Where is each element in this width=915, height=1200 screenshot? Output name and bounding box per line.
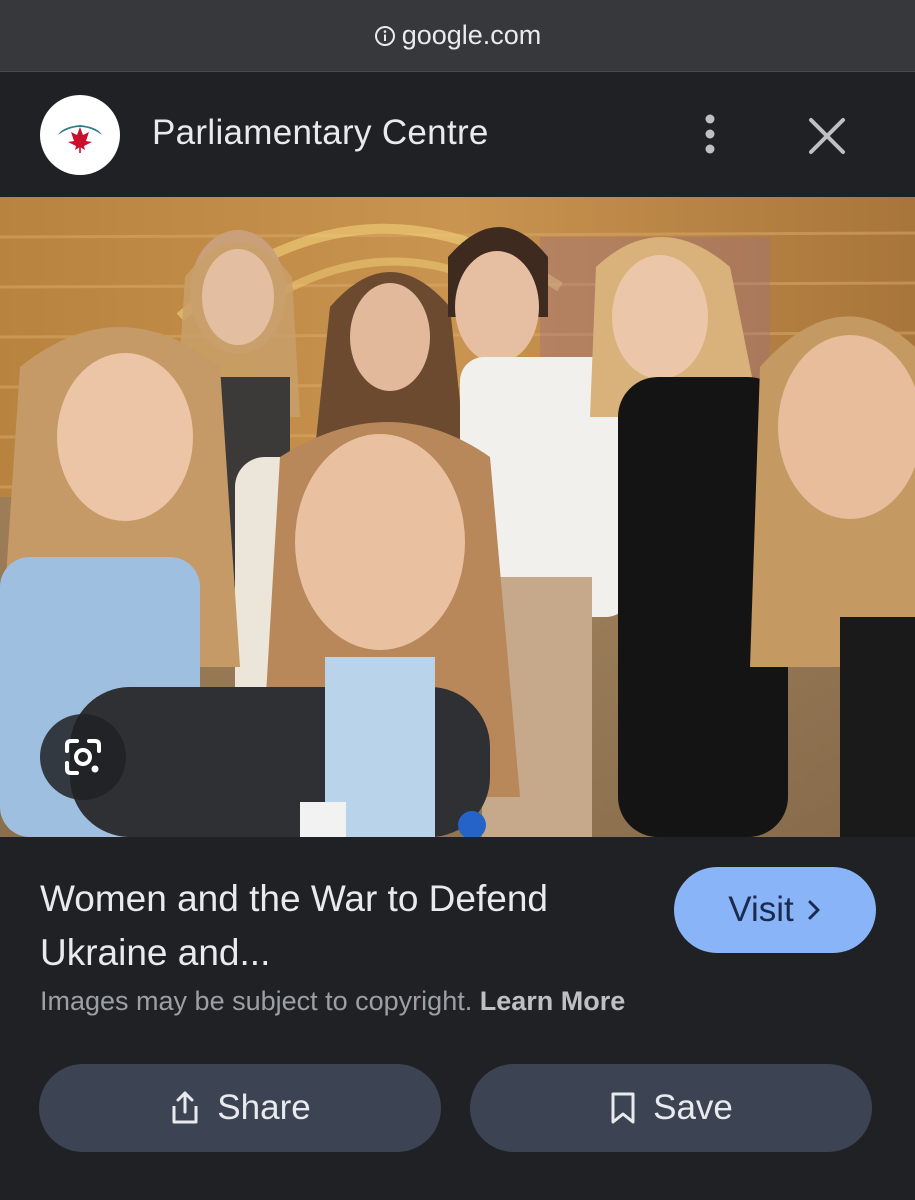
browser-url-bar[interactable]: google.com — [0, 0, 915, 72]
visit-label: Visit — [728, 890, 794, 929]
visit-button[interactable]: Visit — [674, 867, 876, 953]
source-header: Parliamentary Centre — [0, 73, 915, 197]
lens-button[interactable] — [40, 714, 126, 800]
copyright-text: Images may be subject to copyright. — [40, 986, 473, 1016]
info-icon — [374, 25, 395, 46]
group-photo-illustration — [0, 197, 915, 837]
share-button[interactable]: Share — [39, 1064, 441, 1152]
bookmark-icon — [611, 1092, 635, 1124]
share-label: Share — [217, 1088, 311, 1127]
url-domain: google.com — [401, 20, 542, 50]
result-title[interactable]: Women and the War to Defend Ukraine and.… — [40, 872, 640, 980]
learn-more-link[interactable]: Learn More — [480, 986, 626, 1016]
close-icon[interactable] — [804, 113, 850, 159]
result-image[interactable] — [0, 197, 915, 837]
maple-leaf-logo-icon — [58, 125, 102, 153]
save-label: Save — [653, 1088, 733, 1127]
site-name[interactable]: Parliamentary Centre — [152, 113, 489, 153]
share-icon — [172, 1091, 198, 1124]
chevron-right-icon — [808, 900, 820, 920]
save-button[interactable]: Save — [470, 1064, 872, 1152]
google-lens-icon — [65, 739, 101, 775]
site-logo — [40, 95, 120, 175]
copyright-notice: Images may be subject to copyright. Lear… — [40, 986, 625, 1017]
more-vert-icon[interactable] — [690, 111, 730, 157]
